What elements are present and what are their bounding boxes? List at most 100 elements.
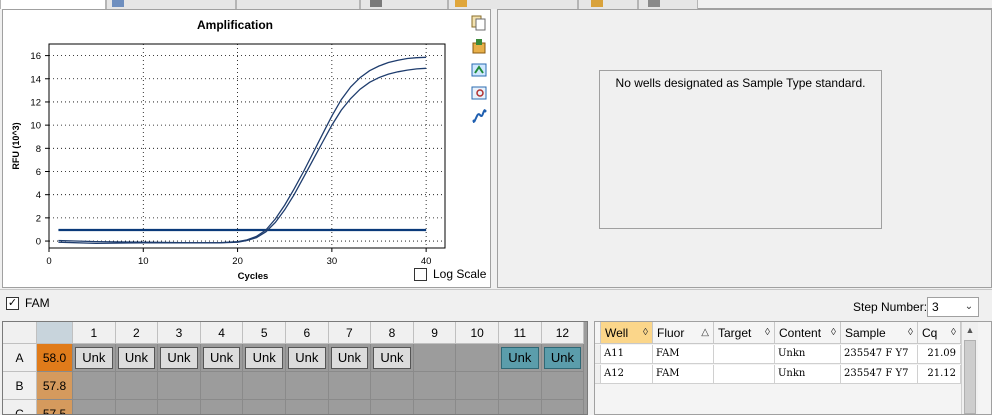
result-cell-fluor[interactable]: FAM xyxy=(653,345,714,364)
well-A7[interactable]: Unk xyxy=(330,347,369,369)
tab-2[interactable] xyxy=(106,0,236,9)
tab-7[interactable] xyxy=(638,0,698,9)
well-A4[interactable]: Unk xyxy=(202,347,241,369)
column-header-7[interactable]: 7 xyxy=(328,322,372,344)
well-A8[interactable]: Unk xyxy=(373,347,411,369)
well-A5[interactable]: Unk xyxy=(245,347,283,369)
column-header-cq[interactable]: Cq ◊ xyxy=(918,322,961,344)
well-A6[interactable]: Unk xyxy=(288,347,326,369)
row-header-C[interactable]: C xyxy=(3,400,37,414)
plate-well[interactable] xyxy=(456,344,499,372)
fluor-filter-bar: ✓ FAM Step Number: 3 ⌄ xyxy=(0,289,992,319)
well-A1[interactable]: Unk xyxy=(75,347,113,369)
results-scrollbar[interactable]: ▲ xyxy=(961,322,978,414)
column-header-10[interactable]: 10 xyxy=(456,322,499,344)
chevron-down-icon: ⌄ xyxy=(964,301,974,312)
result-cell-target[interactable] xyxy=(714,365,775,384)
column-header-well[interactable]: Well ◊ xyxy=(601,322,653,344)
column-header-4[interactable]: 4 xyxy=(200,322,244,344)
column-header-fluor[interactable]: Fluor △ xyxy=(653,322,714,344)
plate-well[interactable] xyxy=(371,400,414,414)
result-cell-content[interactable]: Unkn xyxy=(775,365,841,384)
curve-icon[interactable] xyxy=(470,107,488,125)
result-cell-content[interactable]: Unkn xyxy=(775,345,841,364)
plate-well[interactable] xyxy=(456,372,499,400)
export-icon[interactable] xyxy=(470,37,488,55)
plate-well[interactable] xyxy=(542,400,585,414)
plate-well[interactable] xyxy=(116,400,159,414)
result-cell-cq[interactable]: 21.12 xyxy=(918,365,961,384)
column-header-5[interactable]: 5 xyxy=(243,322,286,344)
plate-well[interactable] xyxy=(286,400,329,414)
results-table: ▲ Well ◊ Fluor △ Target ◊ Content ◊ Sample ◊ Cq ◊ A1… xyxy=(594,321,992,415)
log-scale-checkbox[interactable] xyxy=(414,268,427,281)
plate-well[interactable] xyxy=(329,400,372,414)
plate-well[interactable] xyxy=(371,372,414,400)
column-header-sample[interactable]: Sample ◊ xyxy=(841,322,918,344)
scroll-thumb[interactable] xyxy=(964,340,976,414)
tab-6[interactable] xyxy=(578,0,638,9)
column-header-11[interactable]: 11 xyxy=(499,322,542,344)
plate-well[interactable] xyxy=(499,372,542,400)
plate-well[interactable] xyxy=(414,400,457,414)
column-header-12[interactable]: 12 xyxy=(541,322,585,344)
result-cell-well[interactable]: A11 xyxy=(601,345,653,364)
result-cell-cq[interactable]: 21.09 xyxy=(918,345,961,364)
column-header-9[interactable]: 9 xyxy=(413,322,457,344)
plate-well[interactable] xyxy=(456,400,499,414)
plate-well[interactable] xyxy=(286,372,329,400)
plate-well[interactable] xyxy=(541,372,585,400)
plate-well[interactable] xyxy=(73,372,116,400)
well-A12[interactable]: Unk xyxy=(543,347,582,369)
sort-icon: △ xyxy=(701,327,709,338)
y-tick-label: 10 xyxy=(30,121,41,132)
standard-curve-message-box: No wells designated as Sample Type stand… xyxy=(599,70,882,229)
well-A11[interactable]: Unk xyxy=(501,347,539,369)
standard-curve-message: No wells designated as Sample Type stand… xyxy=(615,76,866,90)
plate-well[interactable] xyxy=(499,400,542,414)
row-header-A[interactable]: A xyxy=(3,344,37,372)
plate-well[interactable] xyxy=(73,400,116,414)
column-header-label: Well xyxy=(605,326,629,340)
column-header-2[interactable]: 2 xyxy=(115,322,159,344)
plate-well[interactable] xyxy=(158,400,201,414)
column-header-content[interactable]: Content ◊ xyxy=(775,322,841,344)
row-header-B[interactable]: B xyxy=(3,372,37,400)
plate-well[interactable] xyxy=(413,372,457,400)
tab-5[interactable] xyxy=(448,0,578,9)
column-header-label: Sample xyxy=(845,326,886,340)
result-cell-well[interactable]: A12 xyxy=(601,365,653,384)
plate-well[interactable] xyxy=(243,372,286,400)
plate-well[interactable] xyxy=(200,372,244,400)
select-all-corner[interactable] xyxy=(37,322,73,344)
column-header-8[interactable]: 8 xyxy=(371,322,414,344)
result-cell-sample[interactable]: 235547 F Y7 xyxy=(841,365,918,384)
step-number-select[interactable]: 3 ⌄ xyxy=(927,297,979,317)
zoom-chart-icon[interactable] xyxy=(470,84,488,102)
sort-icon: ◊ xyxy=(765,327,770,338)
plate-well[interactable] xyxy=(158,372,201,400)
column-header-target[interactable]: Target ◊ xyxy=(714,322,775,344)
tab-3[interactable] xyxy=(236,0,360,9)
result-cell-sample[interactable]: 235547 F Y7 xyxy=(841,345,918,364)
plate-well[interactable] xyxy=(201,400,244,414)
copy-icon[interactable] xyxy=(470,14,488,32)
plate-well[interactable] xyxy=(413,344,457,372)
plate-well[interactable] xyxy=(115,372,159,400)
refresh-icon[interactable] xyxy=(470,61,488,79)
fam-checkbox[interactable]: ✓ xyxy=(6,297,19,310)
tab-amplification[interactable] xyxy=(0,0,106,9)
scroll-up-icon[interactable]: ▲ xyxy=(962,322,978,339)
chart-title: Amplification xyxy=(197,18,273,32)
well-A2[interactable]: Unk xyxy=(117,347,156,369)
column-header-3[interactable]: 3 xyxy=(158,322,201,344)
result-cell-target[interactable] xyxy=(714,345,775,364)
column-header-6[interactable]: 6 xyxy=(286,322,329,344)
column-header-label: Content xyxy=(779,326,822,340)
plate-well[interactable] xyxy=(328,372,372,400)
column-header-1[interactable]: 1 xyxy=(73,322,116,344)
x-tick-label: 40 xyxy=(421,256,432,267)
plate-well[interactable] xyxy=(243,400,286,414)
result-cell-fluor[interactable]: FAM xyxy=(653,365,714,384)
well-A3[interactable]: Unk xyxy=(160,347,198,369)
